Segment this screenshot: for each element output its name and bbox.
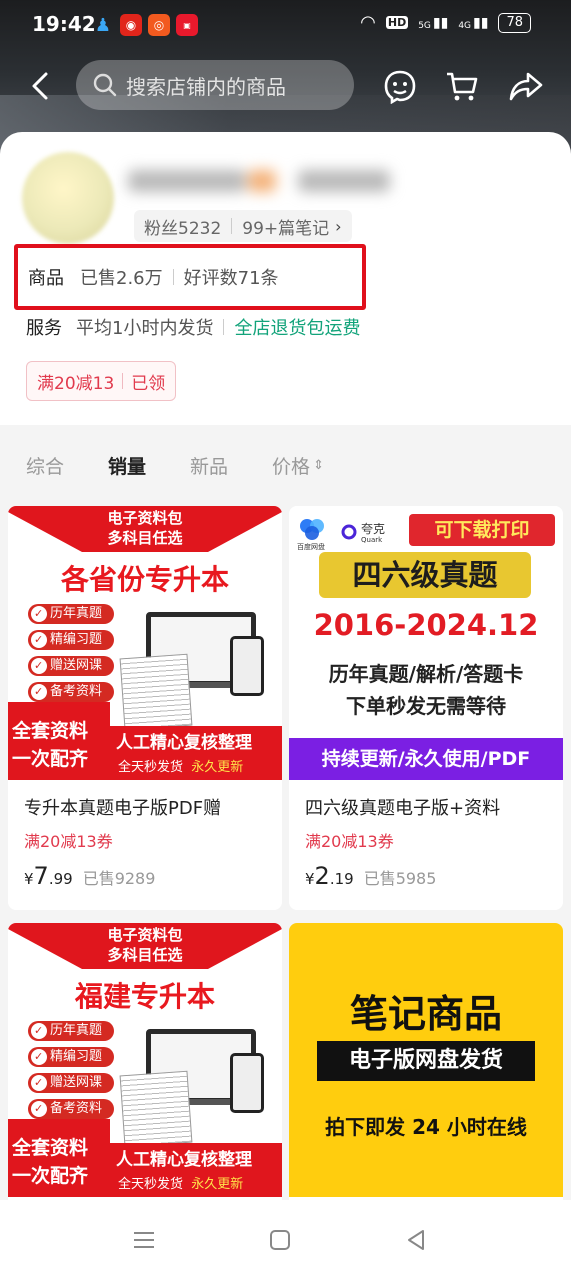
system-nav-bar bbox=[0, 1200, 571, 1278]
image-line: 下单秒发无需等待 bbox=[346, 694, 506, 718]
service-return: 全店退货包运费 bbox=[234, 318, 361, 339]
signal-4g-icon: 4G ▮▮ bbox=[458, 14, 489, 31]
image-purple-banner: 持续更新/永久使用/PDF bbox=[289, 738, 563, 780]
service-shipping: 平均1小时内发货 bbox=[76, 318, 214, 339]
paper-illustration bbox=[119, 653, 193, 731]
search-placeholder: 搜索店铺内的商品 bbox=[126, 74, 286, 99]
back-arrow-icon[interactable] bbox=[24, 68, 60, 104]
menu-icon[interactable] bbox=[132, 1228, 156, 1252]
product-sold: 已售5985 bbox=[363, 869, 437, 888]
image-bottom-banner: 人工精心复核整理 全天秒发货 永久更新 bbox=[110, 726, 282, 780]
app-notification-icon: ◉ bbox=[120, 14, 142, 36]
shop-name-blurred bbox=[128, 164, 398, 198]
quark-logo bbox=[341, 524, 357, 540]
product-coupon: 满20减13券 bbox=[24, 832, 113, 851]
image-line: 拍下即发 24 小时在线 bbox=[325, 1115, 527, 1139]
product-image[interactable]: 百度网盘 夸克 Quark 可下载打印 四六级真题 2016-2024.12 历… bbox=[289, 506, 563, 780]
product-card[interactable]: 笔记商品 电子版网盘发货 拍下即发 24 小时在线 bbox=[289, 923, 563, 1200]
shop-avatar[interactable] bbox=[22, 152, 114, 244]
search-input[interactable]: 搜索店铺内的商品 bbox=[76, 60, 354, 110]
tab-price[interactable]: 价格 ⇕ bbox=[272, 452, 324, 479]
cart-icon[interactable] bbox=[444, 68, 480, 104]
qq-notification-icon: ♟ bbox=[94, 14, 112, 36]
image-chip: 历年真题 bbox=[28, 1021, 114, 1041]
sort-tabs: 综合 销量 新品 价格 ⇕ bbox=[0, 435, 571, 495]
shop-info-card: 粉丝5232 99+篇笔记 › 商品 已售2.6万 好评数71条 服务 平均1小… bbox=[0, 132, 571, 425]
signal-5g-icon: 5G ▮▮ bbox=[418, 14, 449, 31]
product-card[interactable]: 电子资料包多科目任选 各省份专升本 历年真题 精编习题 赠送网课 备考资料 全套… bbox=[8, 506, 282, 910]
image-headline: 四六级真题 bbox=[319, 552, 531, 598]
image-bottom-banner: 人工精心复核整理 全天秒发货 永久更新 bbox=[110, 1143, 282, 1197]
product-image[interactable]: 电子资料包多科目任选 福建专升本 历年真题 精编习题 赠送网课 备考资料 全套资… bbox=[8, 923, 282, 1197]
chevron-right-icon: › bbox=[335, 216, 342, 236]
service-label: 服务 bbox=[26, 318, 62, 339]
tab-comprehensive[interactable]: 综合 bbox=[26, 452, 64, 479]
tab-sales[interactable]: 销量 bbox=[108, 452, 146, 479]
product-title: 四六级真题电子版+资料 bbox=[305, 798, 501, 819]
product-coupon: 满20减13券 bbox=[305, 832, 394, 851]
status-time: 19:42 bbox=[32, 12, 96, 36]
hd-icon: HD bbox=[385, 16, 409, 29]
sold-count: 已售2.6万 bbox=[80, 268, 163, 289]
battery-indicator: 78 bbox=[498, 12, 531, 33]
image-chip: 赠送网课 bbox=[28, 1073, 114, 1093]
image-top-text: 电子资料包 多科目任选 bbox=[107, 509, 183, 547]
shop-stats-highlight: 商品 已售2.6万 好评数71条 bbox=[14, 244, 366, 310]
coupon-state: 已领 bbox=[131, 373, 166, 394]
image-chip: 历年真题 bbox=[28, 604, 114, 624]
image-red-box: 全套资料 一次配齐 bbox=[8, 702, 110, 780]
status-bar: 19:42 ♟ ◉ ◎ ▣ ◠ HD 5G ▮▮ 4G ▮▮ 78 bbox=[0, 0, 571, 52]
home-icon[interactable] bbox=[268, 1228, 292, 1252]
review-count: 好评数71条 bbox=[183, 268, 279, 289]
phone-illustration bbox=[230, 636, 264, 696]
image-years: 2016-2024.12 bbox=[313, 608, 539, 642]
image-top-text: 电子资料包 多科目任选 bbox=[107, 926, 183, 964]
image-red-box: 全套资料 一次配齐 bbox=[8, 1119, 110, 1197]
image-chip: 精编习题 bbox=[28, 1047, 114, 1067]
tab-new[interactable]: 新品 bbox=[190, 452, 228, 479]
search-icon bbox=[93, 73, 117, 97]
logo-text: 夸克 bbox=[361, 522, 386, 536]
image-pill: 可下载打印 bbox=[409, 514, 555, 546]
image-chip: 备考资料 bbox=[28, 1099, 114, 1119]
product-card[interactable]: 百度网盘 夸克 Quark 可下载打印 四六级真题 2016-2024.12 历… bbox=[289, 506, 563, 910]
stats-label: 商品 bbox=[28, 268, 64, 289]
share-icon[interactable] bbox=[508, 68, 544, 104]
coupon-text: 满20减13 bbox=[37, 373, 115, 394]
sort-arrows-icon: ⇕ bbox=[313, 457, 324, 473]
fans-notes-badge[interactable]: 粉丝5232 99+篇笔记 › bbox=[134, 210, 352, 242]
coupon-badge[interactable]: 满20减13 已领 bbox=[26, 361, 177, 401]
wifi-icon: ◠ bbox=[360, 12, 376, 33]
product-price: ¥2.19 已售5985 bbox=[305, 862, 437, 890]
app-notification-icon-2: ◎ bbox=[148, 14, 170, 36]
service-row: 服务 平均1小时内发货 全店退货包运费 bbox=[26, 312, 360, 342]
tab-price-label: 价格 bbox=[272, 455, 311, 478]
product-image[interactable]: 笔记商品 电子版网盘发货 拍下即发 24 小时在线 bbox=[289, 923, 563, 1197]
product-card[interactable]: 电子资料包多科目任选 福建专升本 历年真题 精编习题 赠送网课 备考资料 全套资… bbox=[8, 923, 282, 1200]
image-chip: 备考资料 bbox=[28, 682, 114, 702]
product-price: ¥7.99 已售9289 bbox=[24, 862, 156, 890]
image-chip: 赠送网课 bbox=[28, 656, 114, 676]
image-headline: 福建专升本 bbox=[74, 980, 215, 1013]
paper-illustration bbox=[119, 1070, 193, 1148]
image-subheadline: 电子版网盘发货 bbox=[317, 1041, 535, 1081]
product-title: 专升本真题电子版PDF赠 bbox=[24, 798, 222, 819]
phone-illustration bbox=[230, 1053, 264, 1113]
baidu-netdisk-logo bbox=[300, 519, 324, 540]
logo-text: 百度网盘 bbox=[297, 543, 325, 551]
image-headline: 各省份专升本 bbox=[60, 563, 229, 596]
app-notification-icon-3: ▣ bbox=[176, 14, 198, 36]
product-sold: 已售9289 bbox=[82, 869, 156, 888]
back-triangle-icon[interactable] bbox=[404, 1228, 428, 1252]
fans-count: 粉丝5232 bbox=[144, 218, 222, 239]
customer-service-icon[interactable] bbox=[382, 68, 418, 104]
image-headline: 笔记商品 bbox=[349, 992, 502, 1036]
image-chip: 精编习题 bbox=[28, 630, 114, 650]
notes-count: 99+篇笔记 bbox=[242, 218, 330, 239]
product-image[interactable]: 电子资料包多科目任选 各省份专升本 历年真题 精编习题 赠送网课 备考资料 全套… bbox=[8, 506, 282, 780]
image-line: 历年真题/解析/答题卡 bbox=[328, 662, 524, 686]
logo-text: Quark bbox=[361, 536, 383, 544]
